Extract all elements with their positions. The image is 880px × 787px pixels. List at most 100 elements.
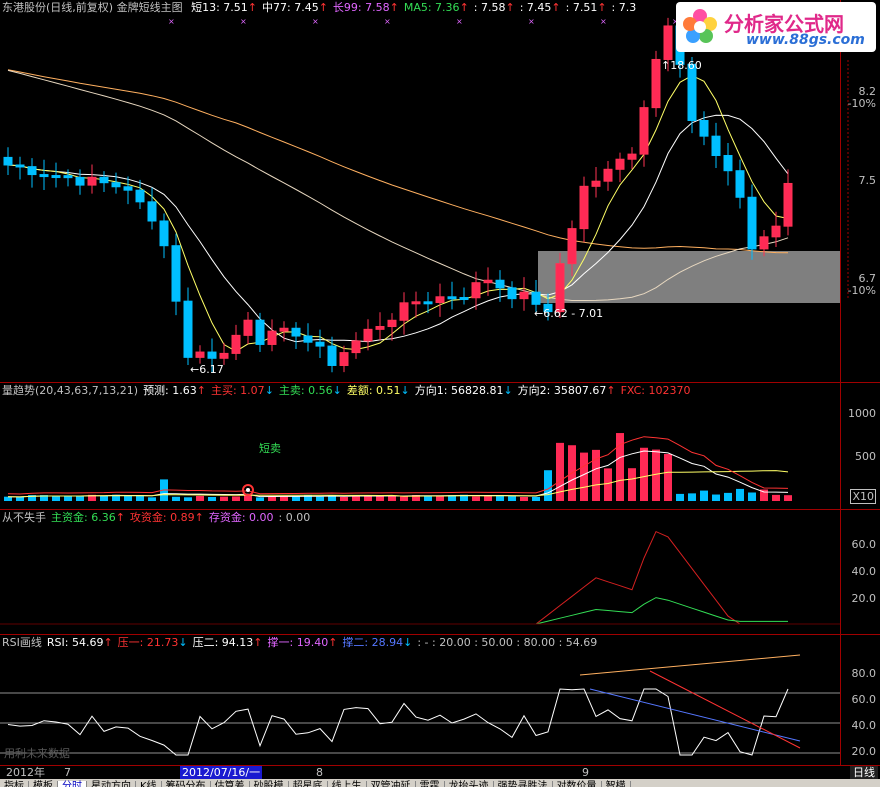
tab-item[interactable]: 线上生 (328, 781, 367, 787)
volume-bar-down (688, 493, 696, 501)
volume-bar-down (544, 470, 552, 501)
rsi-chart[interactable] (0, 635, 880, 765)
tab-item[interactable]: 筹码分布 (162, 781, 211, 787)
fund-header-item: : 0.00 (278, 511, 311, 524)
candle-down (459, 297, 469, 301)
candle-up (399, 302, 409, 321)
tab-item[interactable]: 雷霆 (416, 781, 445, 787)
candle-up (87, 176, 97, 186)
volume-header-item: 方向1: 56828.81↓ (414, 384, 513, 397)
volume-bar-down (184, 497, 192, 501)
volume-bar-up (484, 496, 492, 501)
period-selector[interactable]: 日线 (850, 766, 878, 779)
tab-item[interactable]: 星动方向 (87, 781, 136, 787)
signal-dot (246, 488, 250, 492)
time-axis[interactable]: 2012年 7 2012/07/16/一 8 9 日线 (0, 765, 880, 779)
tab-item[interactable]: 分时 (58, 781, 87, 787)
volume-bar-up (580, 452, 588, 501)
rsi-pane[interactable]: RSI画线 RSI: 54.69↑ 压一: 21.73↓ 压二: 94.13↑ 撑一: … (0, 635, 880, 765)
candle-down (75, 176, 85, 186)
price-pane[interactable]: ××××××××××× 东港股份(日线,前复权) 金牌短线主图 短13: 7.5… (0, 0, 880, 382)
volume-bar-down (700, 490, 708, 501)
tab-item[interactable]: 龙抬头迹 (445, 781, 494, 787)
tab-item[interactable]: 对数价量 (553, 781, 602, 787)
volume-bar-down (736, 488, 744, 501)
tab-item[interactable]: 估算差 (211, 781, 250, 787)
volume-bar-up (628, 468, 636, 501)
candle-down (123, 186, 133, 191)
price-y-axis: 8.2 -10% 7.5 6.7 -10% (840, 0, 880, 382)
rsi-y-axis: 80.0 60.0 40.0 20.0 (840, 635, 880, 765)
arrow-up-icon: ↑ (247, 1, 257, 14)
tab-item[interactable]: 模板 (29, 781, 58, 787)
candle-down (291, 327, 301, 337)
volume-bar-down (148, 497, 156, 501)
candle-down (495, 279, 505, 289)
time-tick: 9 (582, 766, 589, 779)
candle-up (639, 107, 649, 155)
volume-bar-up (376, 496, 384, 501)
ma-indicator: : 7.51↑ (565, 1, 607, 14)
volume-bar-down (124, 495, 132, 501)
tab-item[interactable]: K线 (136, 781, 162, 787)
candle-down (255, 319, 265, 345)
tab-item[interactable]: 指标 (0, 781, 29, 787)
indicator-tabs[interactable]: 指标 模板 分时 星动方向 K线 筹码分布 估算差 砂股模 超星底 线上生 双管冲延 雷霆 龙抬头迹 强势… (0, 779, 880, 787)
rsi-header: RSI画线 RSI: 54.69↑ 压一: 21.73↓ 压二: 94.13↑ 撑一: … (0, 635, 880, 651)
volume-bar-down (208, 497, 216, 501)
volume-chart[interactable] (0, 383, 880, 509)
candle-up (411, 301, 421, 305)
flower-icon (683, 9, 717, 43)
y-label-20: 20.0 (851, 592, 877, 605)
volume-bar-down (292, 496, 300, 501)
tab-item[interactable]: 智横 (602, 781, 631, 787)
arrow-icon: ↓ (264, 384, 274, 397)
candle-down (99, 176, 109, 184)
volume-header-item: 主买: 1.07↓ (210, 384, 274, 397)
fund-pane[interactable]: 从不失手 主资金: 6.36↑ 攻资金: 0.89↑ 存资金: 0.00: 0.00 … (0, 510, 880, 634)
fund-header-item: 攻资金: 0.89↑ (129, 511, 204, 524)
candle-down (447, 296, 457, 300)
ma-indicator: MA5: 7.36↑ (403, 1, 469, 14)
candle-down (327, 345, 337, 366)
candle-up (555, 263, 565, 313)
tab-item[interactable]: 双管冲延 (367, 781, 416, 787)
arrow-icon: ↑ (115, 511, 125, 524)
tab-item[interactable]: 砂股模 (250, 781, 289, 787)
ma-indicator: 长99: 7.58↑ (332, 1, 399, 14)
candle-up (483, 279, 493, 284)
volume-bar-up (232, 496, 240, 501)
volume-bar-down (748, 492, 756, 501)
volume-bar-up (664, 454, 672, 501)
volume-bar-up (244, 495, 252, 501)
arrow-up-icon: ↑ (551, 1, 561, 14)
arrow-icon: ↓ (503, 384, 513, 397)
volume-bar-up (196, 495, 204, 501)
candle-down (303, 335, 313, 343)
attack-fund-line (8, 530, 788, 625)
arrow-icon: ↓ (332, 384, 342, 397)
volume-bar-up (772, 494, 780, 501)
y-label-60: 60.0 (851, 693, 877, 706)
candle-down (39, 174, 49, 178)
candle-up (363, 328, 373, 342)
y-label-1000: 1000 (848, 407, 876, 420)
candle-up (651, 58, 661, 109)
candle-up (771, 225, 781, 238)
tab-item[interactable]: 超星底 (289, 781, 328, 787)
candle-up (663, 25, 673, 60)
fund-header: 从不失手 主资金: 6.36↑ 攻资金: 0.89↑ 存资金: 0.00: 0.00 (0, 510, 880, 526)
fund-chart[interactable] (0, 510, 880, 634)
ma-indicator: 中77: 7.45↑ (262, 1, 328, 14)
y-label-20: 20.0 (851, 745, 877, 758)
arrow-up-icon: ↑ (318, 1, 328, 14)
volume-pane[interactable]: 量趋势(20,43,63,7,13,21) 预测: 1.63↑ 主买: 1.07↓ 主… (0, 383, 880, 509)
volume-header-item: 方向2: 35807.67↑ (517, 384, 616, 397)
tab-item[interactable]: 强势寻胜法 (494, 781, 553, 787)
volume-bar-up (604, 468, 612, 501)
candle-up (231, 334, 241, 354)
price-chart[interactable]: ××××××××××× (0, 0, 880, 382)
volume-bar-up (280, 496, 288, 501)
arrow-icon: ↑ (196, 384, 206, 397)
candle-up (267, 330, 277, 345)
